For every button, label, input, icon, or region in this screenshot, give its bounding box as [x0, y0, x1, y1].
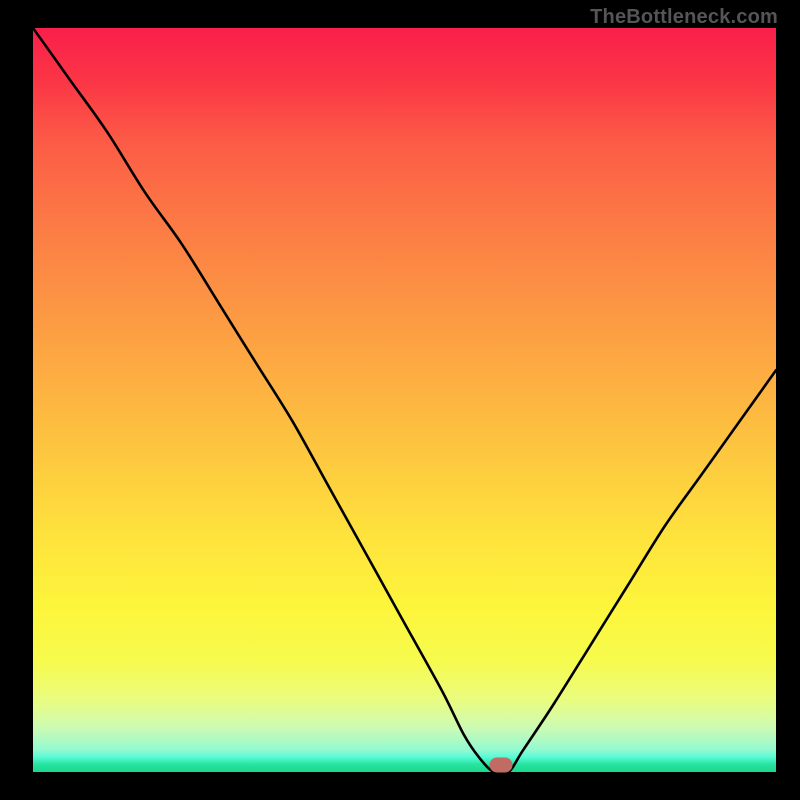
curve-svg	[33, 28, 776, 772]
bottleneck-curve	[33, 28, 776, 772]
plot-area	[33, 28, 776, 772]
watermark-text: TheBottleneck.com	[590, 6, 778, 29]
chart-frame: TheBottleneck.com	[0, 0, 800, 800]
optimum-marker	[490, 758, 513, 773]
